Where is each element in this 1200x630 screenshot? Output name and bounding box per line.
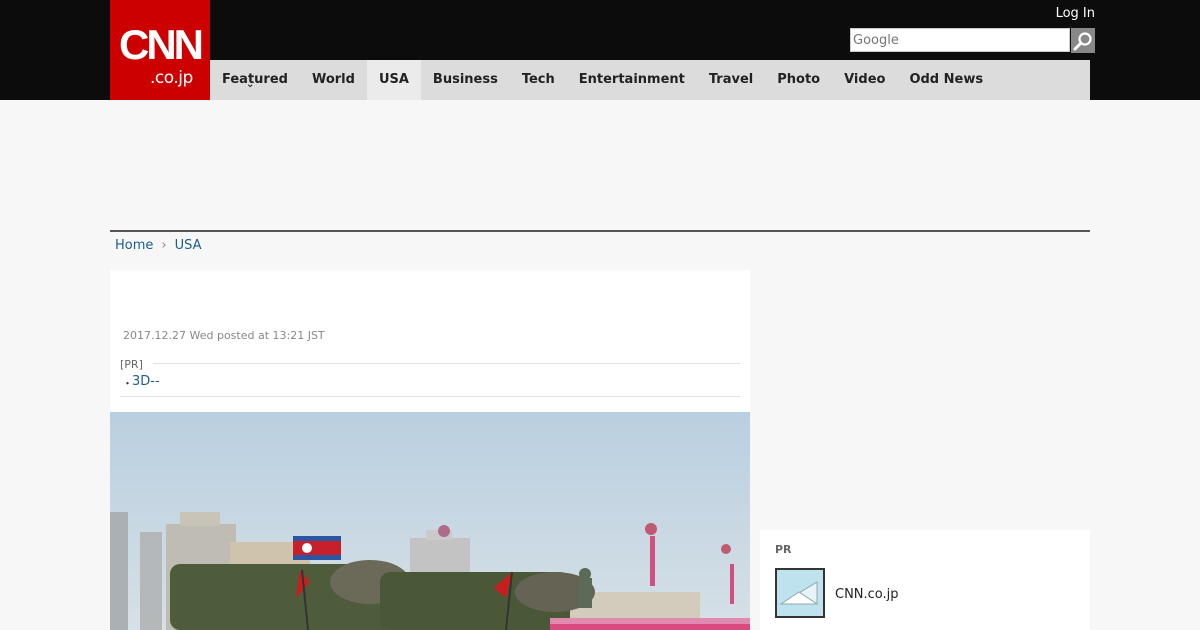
search-input[interactable] xyxy=(850,28,1070,52)
pr-label: [PR] xyxy=(120,358,143,371)
nav-item-odd-news[interactable]: Odd News xyxy=(897,60,995,100)
nav-item-featured[interactable]: Featured ⌄ xyxy=(210,60,300,100)
search-button[interactable] xyxy=(1071,28,1095,53)
nav-item-travel[interactable]: Travel xyxy=(697,60,765,100)
pr-link[interactable]: 3D-- xyxy=(132,374,160,389)
divider xyxy=(120,396,740,397)
parade-missile-photo xyxy=(110,412,750,630)
chevron-right-icon: › xyxy=(161,238,167,253)
divider xyxy=(153,363,740,364)
pr-site-link[interactable]: CNN.co.jp xyxy=(835,587,899,602)
posted-timestamp: 2017.12.27 Wed posted at 13:21 JST xyxy=(123,329,325,342)
nav-item-usa[interactable]: USA xyxy=(366,60,421,100)
main-nav: Featured ⌄ World USA Business Tech Enter… xyxy=(210,60,1090,100)
pr-heading: PR xyxy=(775,543,792,556)
sidebar-pr-box: PR CNN.co.jp xyxy=(760,530,1090,630)
breadcrumb-home[interactable]: Home xyxy=(115,238,153,253)
email-icon xyxy=(777,570,823,616)
nav-item-label: Featured xyxy=(222,72,288,87)
chevron-down-icon: ⌄ xyxy=(246,79,255,90)
top-header: CNN .co.jp Log In Featured ⌄ World USA B… xyxy=(0,0,1200,100)
nav-item-entertainment[interactable]: Entertainment xyxy=(567,60,697,100)
nav-item-video[interactable]: Video xyxy=(832,60,897,100)
breadcrumb-usa[interactable]: USA xyxy=(175,238,202,253)
article-photo xyxy=(110,412,750,630)
article-card: 2017.12.27 Wed posted at 13:21 JST [PR] … xyxy=(110,270,750,630)
login-link[interactable]: Log In xyxy=(1056,6,1095,21)
pr-thumbnail[interactable] xyxy=(775,568,825,618)
breadcrumb: Home › USA xyxy=(115,238,202,253)
search-icon xyxy=(1073,31,1092,50)
logo-wordmark: CNN xyxy=(119,21,204,68)
nav-item-business[interactable]: Business xyxy=(421,60,510,100)
nav-item-photo[interactable]: Photo xyxy=(765,60,832,100)
nav-item-world[interactable]: World xyxy=(300,60,367,100)
logo-domain: .co.jp xyxy=(150,68,193,88)
section-divider xyxy=(110,230,1090,232)
cnn-logo[interactable]: CNN .co.jp xyxy=(110,0,210,100)
nav-item-tech[interactable]: Tech xyxy=(510,60,567,100)
